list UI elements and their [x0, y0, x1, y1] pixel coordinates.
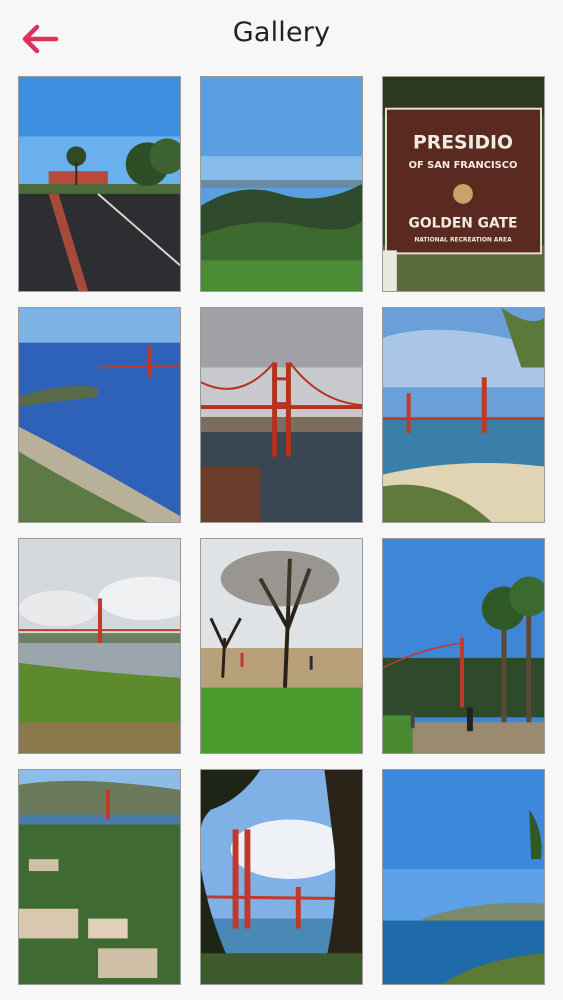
photo-aerial-bay-with-bridge[interactable]: [18, 307, 181, 523]
page-title: Gallery: [232, 17, 331, 48]
sign-line-golden-gate: GOLDEN GATE: [409, 216, 518, 232]
photo-ocean-and-headlands[interactable]: [382, 769, 545, 985]
photo-bridge-from-beach[interactable]: [382, 307, 545, 523]
photo-street-with-palm-trees[interactable]: [18, 76, 181, 292]
photo-cypress-forest-bay-view[interactable]: [200, 76, 363, 292]
photo-aerial-presidio-buildings[interactable]: [18, 769, 181, 985]
photo-bridge-over-marsh[interactable]: [18, 538, 181, 754]
photo-park-with-bare-trees[interactable]: [200, 538, 363, 754]
photo-bridge-in-fog[interactable]: [200, 307, 363, 523]
sign-line-recreation-area: NATIONAL RECREATION AREA: [414, 236, 512, 243]
photo-bridge-through-trees[interactable]: [200, 769, 363, 985]
sign-line-presidio: PRESIDIO: [413, 132, 513, 153]
photo-presidio-golden-gate-sign[interactable]: PRESIDIO OF SAN FRANCISCO GOLDEN GATE NA…: [382, 76, 545, 292]
app-header: Gallery: [0, 0, 563, 76]
photo-palm-path-with-joggers[interactable]: [382, 538, 545, 754]
sign-line-san-francisco: OF SAN FRANCISCO: [409, 160, 518, 171]
